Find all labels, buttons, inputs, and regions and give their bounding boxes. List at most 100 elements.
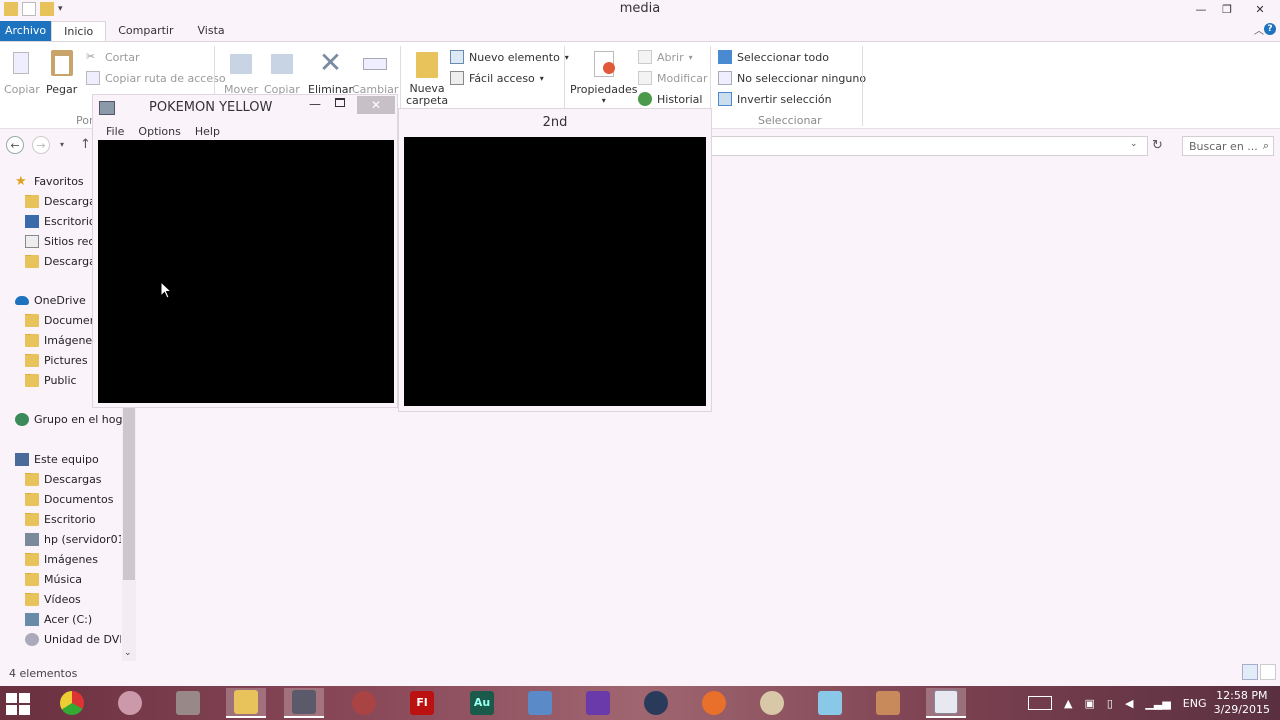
emulator-minimize-button[interactable]: — bbox=[309, 97, 321, 111]
taskbar-app[interactable] bbox=[694, 688, 734, 718]
emulator-maximize-button[interactable] bbox=[335, 98, 345, 107]
volume-icon[interactable]: ◀ bbox=[1125, 697, 1133, 710]
search-placeholder: Buscar en ... bbox=[1189, 140, 1258, 153]
paint-icon bbox=[760, 691, 784, 715]
battery-icon[interactable]: ▯ bbox=[1107, 697, 1113, 710]
copy-button[interactable]: Copiar bbox=[4, 48, 40, 96]
address-bar[interactable] bbox=[702, 136, 1148, 156]
menu-file[interactable]: File bbox=[106, 125, 124, 138]
second-screen[interactable] bbox=[404, 137, 706, 406]
forward-button[interactable]: → bbox=[32, 136, 50, 154]
taskbar-emulator[interactable] bbox=[284, 688, 324, 718]
nav-pc-item[interactable]: Descargas bbox=[25, 473, 121, 486]
language-indicator[interactable]: ENG bbox=[1183, 697, 1207, 710]
nav-onedrive[interactable]: OneDrive bbox=[15, 294, 86, 307]
search-input[interactable]: Buscar en ... ⌕ bbox=[1182, 136, 1274, 156]
taskbar-app[interactable] bbox=[344, 688, 384, 718]
up-arrow-icon[interactable]: ↑ bbox=[80, 137, 91, 152]
refresh-icon[interactable]: ↻ bbox=[1152, 138, 1163, 153]
scissors-icon: ✂ bbox=[86, 50, 96, 63]
tab-inicio[interactable]: Inicio bbox=[51, 21, 107, 41]
second-window-title: 2nd bbox=[542, 115, 568, 130]
taskbar-flash[interactable]: Fl bbox=[402, 688, 442, 718]
open-icon bbox=[638, 50, 652, 64]
nav-pc-item[interactable]: Vídeos bbox=[25, 593, 121, 606]
emulator-window: POKEMON YELLOW — ✕ File Options Help bbox=[92, 94, 398, 408]
copy-path-button[interactable]: Copiar ruta de acceso bbox=[86, 71, 226, 85]
menu-options[interactable]: Options bbox=[138, 125, 180, 138]
restore-button[interactable]: ❐ bbox=[1214, 0, 1240, 18]
edit-button[interactable]: Modificar bbox=[638, 71, 708, 85]
keyboard-icon[interactable] bbox=[1028, 696, 1052, 710]
start-button[interactable] bbox=[6, 693, 30, 715]
paste-button[interactable]: Pegar bbox=[46, 48, 77, 96]
select-group-label: Seleccionar bbox=[758, 114, 822, 127]
ribbon-collapse-icon[interactable]: ︿ bbox=[1254, 22, 1264, 37]
rename-button[interactable]: Cambiar bbox=[352, 48, 398, 96]
signal-icon[interactable]: ▁▃▅ bbox=[1145, 697, 1170, 710]
move-to-button[interactable]: Mover bbox=[224, 48, 258, 96]
cut-button[interactable]: ✂ Cortar bbox=[86, 50, 140, 64]
details-view-icon[interactable] bbox=[1242, 664, 1258, 680]
nav-favorites[interactable]: ★ Favoritos bbox=[15, 175, 84, 188]
taskbar-steam[interactable] bbox=[636, 688, 676, 718]
select-none-button[interactable]: No seleccionar ninguno bbox=[718, 71, 866, 85]
tab-archivo[interactable]: Archivo bbox=[0, 21, 52, 41]
select-none-icon bbox=[718, 71, 732, 85]
taskbar-file-explorer[interactable] bbox=[226, 688, 266, 718]
taskbar-app[interactable] bbox=[168, 688, 208, 718]
emulator-close-button[interactable]: ✕ bbox=[357, 96, 395, 114]
taskbar-active-window[interactable] bbox=[926, 688, 966, 718]
taskbar-app[interactable] bbox=[868, 688, 908, 718]
network-icon[interactable]: ▣ bbox=[1084, 697, 1094, 710]
emulator-app-icon bbox=[99, 101, 115, 115]
nav-pc-item[interactable]: Imágenes bbox=[25, 553, 121, 566]
new-folder-button[interactable]: Nueva carpeta bbox=[406, 48, 448, 107]
clock[interactable]: 12:58 PM 3/29/2015 bbox=[1214, 689, 1270, 717]
new-item-button[interactable]: Nuevo elemento ▾ bbox=[450, 50, 569, 64]
back-button[interactable]: ← bbox=[6, 136, 24, 154]
taskbar-app[interactable] bbox=[110, 688, 150, 718]
tab-compartir[interactable]: Compartir bbox=[106, 21, 185, 41]
nav-scrollbar-thumb[interactable] bbox=[123, 405, 135, 580]
easy-access-dropdown-icon: ▾ bbox=[539, 73, 544, 83]
nav-pc-label: Unidad de DVD bbox=[44, 633, 121, 646]
nav-pc-item[interactable]: Música bbox=[25, 573, 121, 586]
help-icon[interactable]: ? bbox=[1264, 23, 1276, 35]
open-button[interactable]: Abrir ▾ bbox=[638, 50, 693, 64]
taskbar-app[interactable] bbox=[810, 688, 850, 718]
nav-pc-item[interactable]: Unidad de DVD bbox=[25, 633, 121, 646]
easy-access-button[interactable]: Fácil acceso ▾ bbox=[450, 71, 544, 85]
invert-selection-button[interactable]: Invertir selección bbox=[718, 92, 832, 106]
close-button[interactable]: ✕ bbox=[1240, 0, 1280, 18]
scroll-down-icon[interactable]: ⌄ bbox=[124, 648, 132, 658]
tab-vista[interactable]: Vista bbox=[186, 21, 237, 41]
copy-icon bbox=[7, 48, 37, 80]
delete-button[interactable]: ✕ Eliminar bbox=[308, 48, 353, 97]
nav-pc-item[interactable]: Acer (C:) bbox=[25, 613, 121, 626]
minimize-button[interactable]: — bbox=[1188, 0, 1214, 18]
nav-favorites-label: Favoritos bbox=[34, 175, 84, 188]
nav-this-pc[interactable]: Este equipo bbox=[15, 453, 99, 466]
nav-homegroup[interactable]: Grupo en el hoga bbox=[15, 413, 129, 426]
invert-selection-icon bbox=[718, 92, 732, 106]
taskbar-audition[interactable]: Au bbox=[462, 688, 502, 718]
copy-to-button[interactable]: Copiar bbox=[264, 48, 300, 96]
properties-button[interactable]: Propiedades ▾ bbox=[570, 48, 637, 105]
emulator-screen[interactable] bbox=[98, 140, 394, 403]
taskbar-paint[interactable] bbox=[752, 688, 792, 718]
taskbar-app[interactable] bbox=[520, 688, 560, 718]
nav-pc-item[interactable]: Documentos bbox=[25, 493, 121, 506]
address-dropdown-icon[interactable]: ⌄ bbox=[1130, 139, 1138, 149]
recent-locations-icon[interactable]: ▾ bbox=[60, 140, 64, 149]
tray-expand-icon[interactable]: ▲ bbox=[1064, 697, 1072, 710]
menu-help[interactable]: Help bbox=[195, 125, 220, 138]
nav-pc-item[interactable]: Escritorio bbox=[25, 513, 121, 526]
taskbar-app[interactable] bbox=[578, 688, 618, 718]
new-item-dropdown-icon: ▾ bbox=[564, 52, 569, 62]
taskbar-chrome[interactable] bbox=[52, 688, 92, 718]
select-all-button[interactable]: Seleccionar todo bbox=[718, 50, 829, 64]
nav-pc-item[interactable]: hp (servidor01) bbox=[25, 533, 121, 546]
large-icons-view-icon[interactable] bbox=[1260, 664, 1276, 680]
history-button[interactable]: Historial bbox=[638, 92, 702, 106]
